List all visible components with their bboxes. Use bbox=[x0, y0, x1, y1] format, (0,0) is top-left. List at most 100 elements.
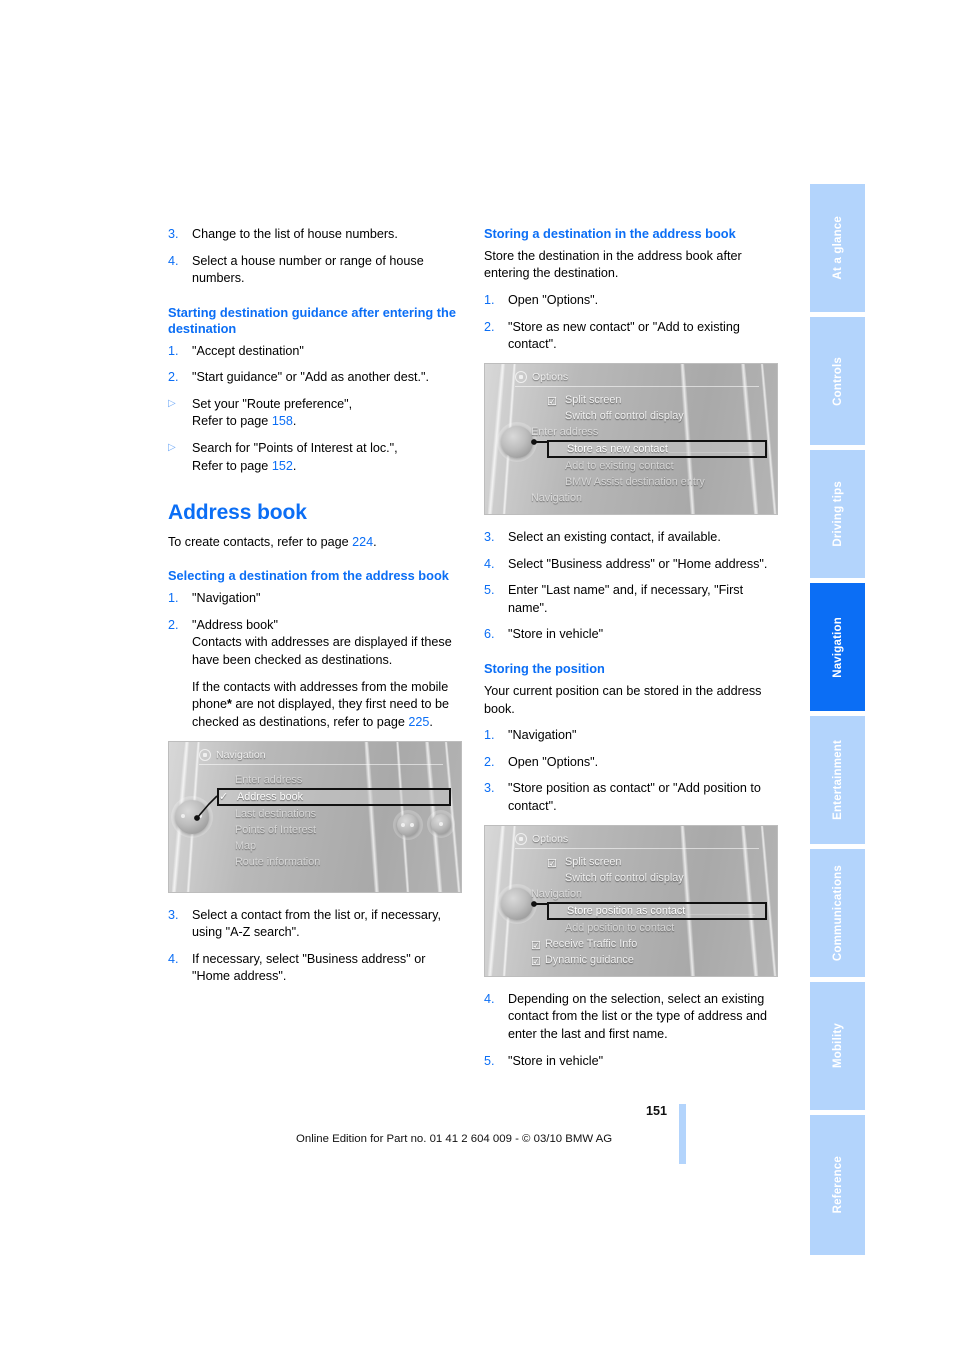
page-number: 151 bbox=[646, 1104, 668, 1118]
create-contacts-suffix: . bbox=[373, 534, 377, 549]
step-text: "Store as new contact" or "Add to existi… bbox=[508, 319, 740, 352]
step-number: 5. bbox=[484, 583, 495, 598]
step-text: "Store position as contact" or "Add posi… bbox=[508, 781, 761, 814]
menu-item-split-screen[interactable]: ☑ Split screen bbox=[547, 854, 767, 870]
divider bbox=[515, 385, 759, 387]
list-item: 1. Open "Options". bbox=[484, 292, 778, 310]
menu-item-enter-address[interactable]: Enter address bbox=[217, 772, 451, 788]
step-number: 2. bbox=[484, 754, 495, 769]
step-text: "Navigation" bbox=[508, 728, 577, 743]
step-text: "Store in vehicle" bbox=[508, 627, 604, 642]
create-contacts-prefix: To create contacts, refer to page bbox=[168, 534, 353, 549]
refer-prefix: Refer to page bbox=[192, 458, 272, 473]
tab-label: At a glance bbox=[831, 216, 844, 280]
tab-label: Driving tips bbox=[831, 481, 844, 547]
step-text: Open "Options". bbox=[508, 754, 599, 769]
page-reference[interactable]: 224 bbox=[352, 535, 373, 549]
screen-header-label: Options bbox=[532, 370, 569, 383]
menu-item-label: BMW Assist destination entry bbox=[565, 475, 705, 488]
menu-item-split-screen[interactable]: ☑ Split screen bbox=[547, 392, 767, 408]
step-text: Depending on the selection, select an ex… bbox=[508, 991, 768, 1041]
footer-accent-bar bbox=[679, 1104, 686, 1164]
menu-item-switch-off-control-display[interactable]: Switch off control display bbox=[547, 408, 767, 424]
menu-item-label: Map bbox=[235, 839, 257, 852]
sidebar-item-communications[interactable]: Communications bbox=[810, 849, 865, 977]
storing-destination-steps-pre: 1. Open "Options". 2. "Store as new cont… bbox=[484, 292, 778, 354]
menu-item-bmw-assist-destination-entry[interactable]: BMW Assist destination entry bbox=[547, 474, 767, 490]
menu-item-store-as-new-contact[interactable]: Store as new contact bbox=[547, 439, 767, 458]
sidebar-item-reference[interactable]: Reference bbox=[810, 1115, 865, 1255]
menu-item-receive-traffic-info[interactable]: ☑ Receive Traffic Info bbox=[531, 936, 767, 952]
menu-item-dynamic-guidance[interactable]: ☑ Dynamic guidance bbox=[531, 952, 767, 968]
menu-item-store-position-as-contact[interactable]: Store position as contact bbox=[547, 901, 767, 920]
step-text: "Accept destination" bbox=[192, 343, 304, 358]
house-number-steps: 3. Change to the list of house numbers. … bbox=[168, 226, 462, 288]
heading-starting-destination-guidance: Starting destination guidance after ente… bbox=[168, 304, 456, 336]
sidebar-item-entertainment[interactable]: Entertainment bbox=[810, 716, 865, 844]
step-number: 4. bbox=[484, 556, 495, 571]
menu-item-route-information[interactable]: Route information bbox=[217, 854, 451, 870]
step-number: 3. bbox=[484, 529, 495, 544]
menu-item-switch-off-control-display[interactable]: Switch off control display bbox=[547, 870, 767, 886]
sidebar-item-controls[interactable]: Controls bbox=[810, 317, 865, 445]
step-text: Change to the list of house numbers. bbox=[192, 227, 398, 241]
step-number: 3. bbox=[168, 227, 179, 241]
menu-list: ☑ Split screen Switch off control displa… bbox=[531, 854, 767, 968]
menu-section-enter-address: Enter address bbox=[531, 424, 767, 440]
list-item: 4. If necessary, select "Business addres… bbox=[168, 951, 462, 986]
menu-item-label: Store as new contact bbox=[567, 442, 668, 455]
step-text: Open "Options". bbox=[508, 293, 599, 308]
list-item: ▷ Search for "Points of Interest at loc.… bbox=[168, 440, 462, 475]
menu-item-add-position-to-contact[interactable]: Add position to contact bbox=[547, 920, 767, 936]
list-item: 4. Select "Business address" or "Home ad… bbox=[484, 556, 778, 574]
bullet-text: Search for "Points of Interest at loc.",… bbox=[192, 440, 462, 475]
bullet-line-1: Set your "Route preference", bbox=[192, 396, 353, 411]
menu-item-address-book[interactable]: ✓ Address book bbox=[217, 787, 451, 806]
menu-item-label: Address book bbox=[237, 790, 304, 803]
heading-selecting-a-destination: Selecting a destination from the address… bbox=[168, 568, 449, 584]
step-number: 1. bbox=[484, 293, 495, 308]
screen-header-label: Navigation bbox=[216, 748, 266, 761]
menu-item-label: Switch off control display bbox=[565, 871, 684, 884]
refer-suffix: . bbox=[292, 414, 297, 429]
page-reference[interactable]: 225 bbox=[408, 715, 429, 729]
knob-dot-icon bbox=[181, 813, 185, 818]
step-number: 2. bbox=[168, 617, 179, 632]
options-icon bbox=[515, 371, 527, 384]
idrive-options-menu-image-2: Options ☑ Split screen Switch off contro… bbox=[484, 824, 778, 977]
page-reference[interactable]: 158 bbox=[272, 414, 293, 428]
screen-header: Navigation bbox=[199, 748, 266, 763]
sidebar-item-at-a-glance[interactable]: At a glance bbox=[810, 184, 865, 312]
storing-destination-intro: Store the destination in the address boo… bbox=[484, 248, 742, 281]
list-item: 2. "Address book" Contacts with addresse… bbox=[168, 617, 462, 732]
sidebar-item-driving-tips[interactable]: Driving tips bbox=[810, 450, 865, 578]
menu-section-label: Enter address bbox=[531, 425, 599, 438]
storing-position-steps-pre: 1. "Navigation" 2. Open "Options". 3. "S… bbox=[484, 727, 778, 816]
menu-item-map[interactable]: Map bbox=[217, 838, 451, 854]
triangle-bullet-icon: ▷ bbox=[168, 397, 176, 409]
page-reference[interactable]: 152 bbox=[272, 459, 293, 473]
sidebar-item-mobility[interactable]: Mobility bbox=[810, 982, 865, 1110]
step-text: "Start guidance" or "Add as another dest… bbox=[192, 370, 430, 385]
menu-item-points-of-interest[interactable]: Points of Interest bbox=[217, 822, 451, 838]
menu-item-last-destinations[interactable]: Last destinations bbox=[217, 806, 451, 822]
screen-header-label: Options bbox=[532, 832, 569, 845]
menu-section-navigation: Navigation bbox=[531, 886, 767, 902]
heading-storing-the-position: Storing the position bbox=[484, 661, 605, 677]
heading-storing-a-destination: Storing a destination in the address boo… bbox=[484, 226, 736, 241]
step-number: 3. bbox=[168, 907, 179, 922]
list-item: 3. "Store position as contact" or "Add p… bbox=[484, 780, 778, 815]
list-item: 2. Open "Options". bbox=[484, 754, 778, 772]
step-number: 3. bbox=[484, 781, 495, 796]
bullet-line-1: Search for "Points of Interest at loc.", bbox=[192, 441, 398, 456]
sidebar-item-navigation[interactable]: Navigation bbox=[810, 583, 865, 711]
refer-suffix: . bbox=[292, 458, 297, 473]
idrive-navigation-menu-image: Navigation Enter address ✓ Address book … bbox=[168, 740, 462, 893]
left-column: 3. Change to the list of house numbers. … bbox=[168, 226, 462, 995]
step-number: 4. bbox=[168, 253, 179, 268]
menu-item-add-to-existing-contact[interactable]: Add to existing contact bbox=[547, 458, 767, 474]
menu-item-label: Add to existing contact bbox=[565, 459, 674, 472]
checkbox-checked-icon: ☑ bbox=[531, 955, 541, 968]
step-text: Enter "Last name" and, if necessary, "Fi… bbox=[508, 583, 744, 615]
step-text: Select a house number or range of house … bbox=[192, 253, 424, 286]
